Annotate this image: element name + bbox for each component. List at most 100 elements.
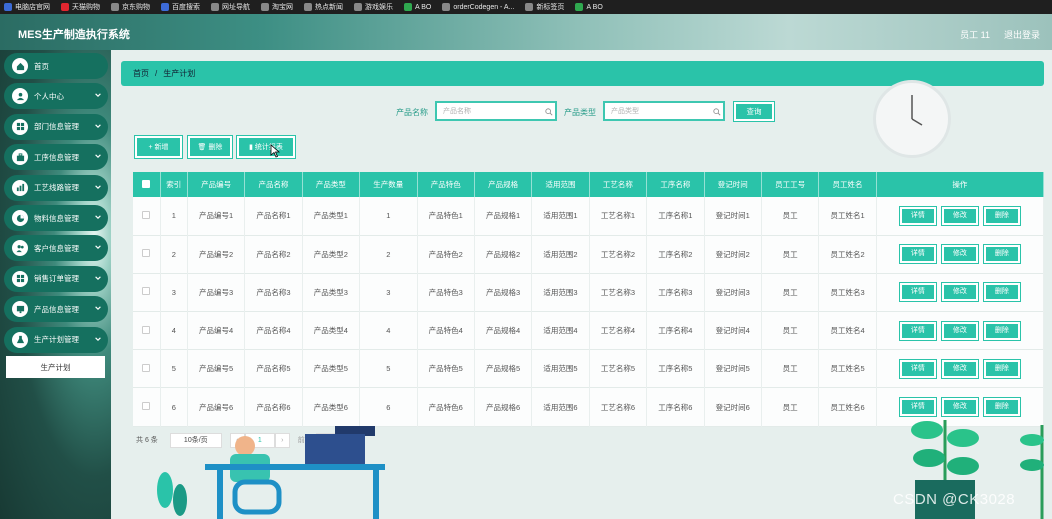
app-header: MES生产制造执行系统 员工 11 退出登录 — [0, 14, 1052, 50]
sidebar-item[interactable]: 部门信息管理 — [4, 113, 108, 140]
query-button[interactable]: 查询 — [733, 101, 775, 122]
bookmark-label: 天猫购物 — [72, 4, 100, 11]
breadcrumb-current: 生产计划 — [163, 69, 196, 78]
select-all-checkbox[interactable] — [142, 179, 151, 188]
detail-button[interactable]: 详情 — [898, 358, 937, 379]
delete-button[interactable]: 删除 — [982, 244, 1021, 265]
detail-button[interactable]: 详情 — [898, 282, 937, 303]
sidebar-item-label: 销售订单管理 — [34, 274, 79, 284]
row-checkbox[interactable] — [142, 402, 151, 411]
sidebar-item[interactable]: 工艺线路管理 — [4, 174, 108, 201]
row-checkbox[interactable] — [142, 210, 151, 219]
detail-button[interactable]: 详情 — [898, 320, 937, 341]
product-type-input[interactable] — [603, 101, 725, 121]
table-row: 3 产品编号3 产品名称3 产品类型3 3 产品特色3 产品规格3 适用范围3 工艺名称3 工序名… — [133, 273, 1045, 312]
bookmark-favicon-icon — [525, 3, 534, 11]
sidebar-item[interactable]: 工序信息管理 — [4, 144, 108, 171]
row-checkbox-cell — [133, 387, 161, 427]
bookmark-item[interactable]: 游戏娱乐 — [354, 2, 393, 12]
delete-button[interactable]: 删除 — [982, 358, 1021, 379]
table-cell: 适用范围2 — [531, 235, 590, 274]
pie-icon — [12, 210, 28, 226]
chart-icon — [12, 179, 28, 196]
bookmark-item[interactable]: 电脑店官网 — [4, 2, 50, 12]
detail-button[interactable]: 详情 — [898, 244, 937, 265]
detail-button[interactable]: 详情 — [898, 205, 937, 226]
bookmark-item[interactable]: 百度搜索 — [161, 2, 200, 12]
bookmark-label: orderCodegen - A... — [453, 3, 515, 11]
table-cell: 1 — [359, 197, 418, 236]
edit-button[interactable]: 修改 — [940, 244, 979, 265]
sidebar-item[interactable]: 首页 — [4, 53, 108, 79]
column-header: 产品名称 — [244, 172, 303, 197]
add-button[interactable]: + 新增 — [134, 135, 183, 159]
logout-link[interactable]: 退出登录 — [1004, 28, 1040, 41]
delete-button[interactable]: 删除 — [982, 205, 1021, 226]
bar-chart-icon: ▮ — [249, 144, 253, 151]
trash-icon: 🗑 — [197, 144, 207, 151]
column-header: 产品类型 — [302, 172, 361, 197]
table-cell: 6 — [160, 387, 188, 427]
table-cell: 产品规格4 — [474, 311, 533, 350]
breadcrumb-home[interactable]: 首页 — [133, 68, 149, 79]
report-button[interactable]: ▮ 统计报表 — [236, 135, 296, 159]
table-cell: 1 — [160, 197, 188, 236]
table-cell: 员工 — [761, 311, 820, 350]
edit-button[interactable]: 修改 — [940, 205, 979, 226]
bookmark-item[interactable]: A BO — [404, 3, 431, 11]
sidebar-item-label: 首页 — [34, 61, 49, 71]
sidebar-item[interactable]: 产品信息管理 — [4, 296, 108, 323]
grid-icon — [12, 270, 28, 287]
bookmark-item[interactable]: orderCodegen - A... — [442, 3, 514, 11]
bookmark-item[interactable]: 新标签页 — [525, 2, 564, 12]
sidebar-item[interactable]: 物料信息管理 — [4, 205, 108, 231]
bookmark-item[interactable]: 网址导航 — [211, 2, 250, 12]
sidebar-item[interactable]: 个人中心 — [4, 83, 108, 110]
table-header-row: 索引 产品编号 产品名称 产品类型 生产数量 产品特色 产品规格 适用范围 工艺名称 工序名称 登记… — [133, 172, 1045, 197]
table-cell: 员工 — [761, 387, 820, 427]
sidebar-item[interactable]: 生产计划管理 — [4, 326, 108, 353]
product-name-input[interactable] — [435, 101, 557, 121]
column-header: 员工姓名 — [818, 172, 877, 197]
table-row: 1 产品编号1 产品名称1 产品类型1 1 产品特色1 产品规格1 适用范围1 工艺名称1 工序名… — [133, 197, 1045, 236]
edit-button[interactable]: 修改 — [940, 320, 979, 341]
row-checkbox[interactable] — [142, 325, 151, 334]
sidebar-subitem-production-plan[interactable]: 生产计划 — [6, 356, 105, 378]
bookmark-label: A BO — [415, 3, 432, 11]
table-cell: 产品规格6 — [474, 387, 533, 427]
row-checkbox[interactable] — [142, 287, 151, 296]
table-cell: 员工姓名3 — [818, 273, 877, 312]
briefcase-icon — [12, 149, 28, 166]
edit-button[interactable]: 修改 — [940, 282, 979, 303]
flask-icon — [12, 331, 28, 348]
bookmark-item[interactable]: 淘宝网 — [261, 2, 293, 12]
table-cell: 登记时间6 — [704, 387, 762, 427]
delete-button[interactable]: 删除 — [982, 320, 1021, 341]
bookmark-item[interactable]: A BO — [575, 3, 603, 11]
row-checkbox-cell — [133, 349, 161, 388]
bookmark-item[interactable]: 天猫购物 — [61, 2, 100, 12]
bookmark-item[interactable]: 热点新闻 — [304, 2, 343, 12]
bookmark-label: 热点新闻 — [315, 4, 343, 11]
row-actions-cell: 详情 修改 删除 — [876, 311, 1045, 350]
batch-delete-button[interactable]: 🗑 删除 — [187, 135, 233, 159]
sidebar-item[interactable]: 客户信息管理 — [4, 235, 108, 262]
table-cell: 适用范围6 — [531, 387, 590, 427]
delete-button[interactable]: 删除 — [982, 282, 1021, 303]
bookmark-item[interactable]: 京东购物 — [111, 2, 150, 12]
bookmark-favicon-icon — [261, 3, 269, 11]
search-icon — [713, 108, 721, 116]
edit-button[interactable]: 修改 — [940, 358, 979, 379]
user-icon — [12, 88, 28, 105]
data-table: 索引 产品编号 产品名称 产品类型 生产数量 产品特色 产品规格 适用范围 工艺名称 工序名称 登记… — [133, 172, 1045, 427]
home-icon — [12, 58, 28, 74]
table-cell: 产品类型2 — [302, 235, 361, 274]
row-checkbox-cell — [133, 197, 161, 236]
row-checkbox[interactable] — [142, 363, 151, 372]
sidebar-item[interactable]: 销售订单管理 — [4, 265, 108, 292]
row-checkbox[interactable] — [142, 249, 151, 258]
table-cell: 员工姓名1 — [818, 197, 877, 236]
table-cell: 产品编号4 — [187, 311, 246, 350]
table-cell: 3 — [359, 273, 418, 312]
table-cell: 工艺名称2 — [589, 235, 648, 274]
